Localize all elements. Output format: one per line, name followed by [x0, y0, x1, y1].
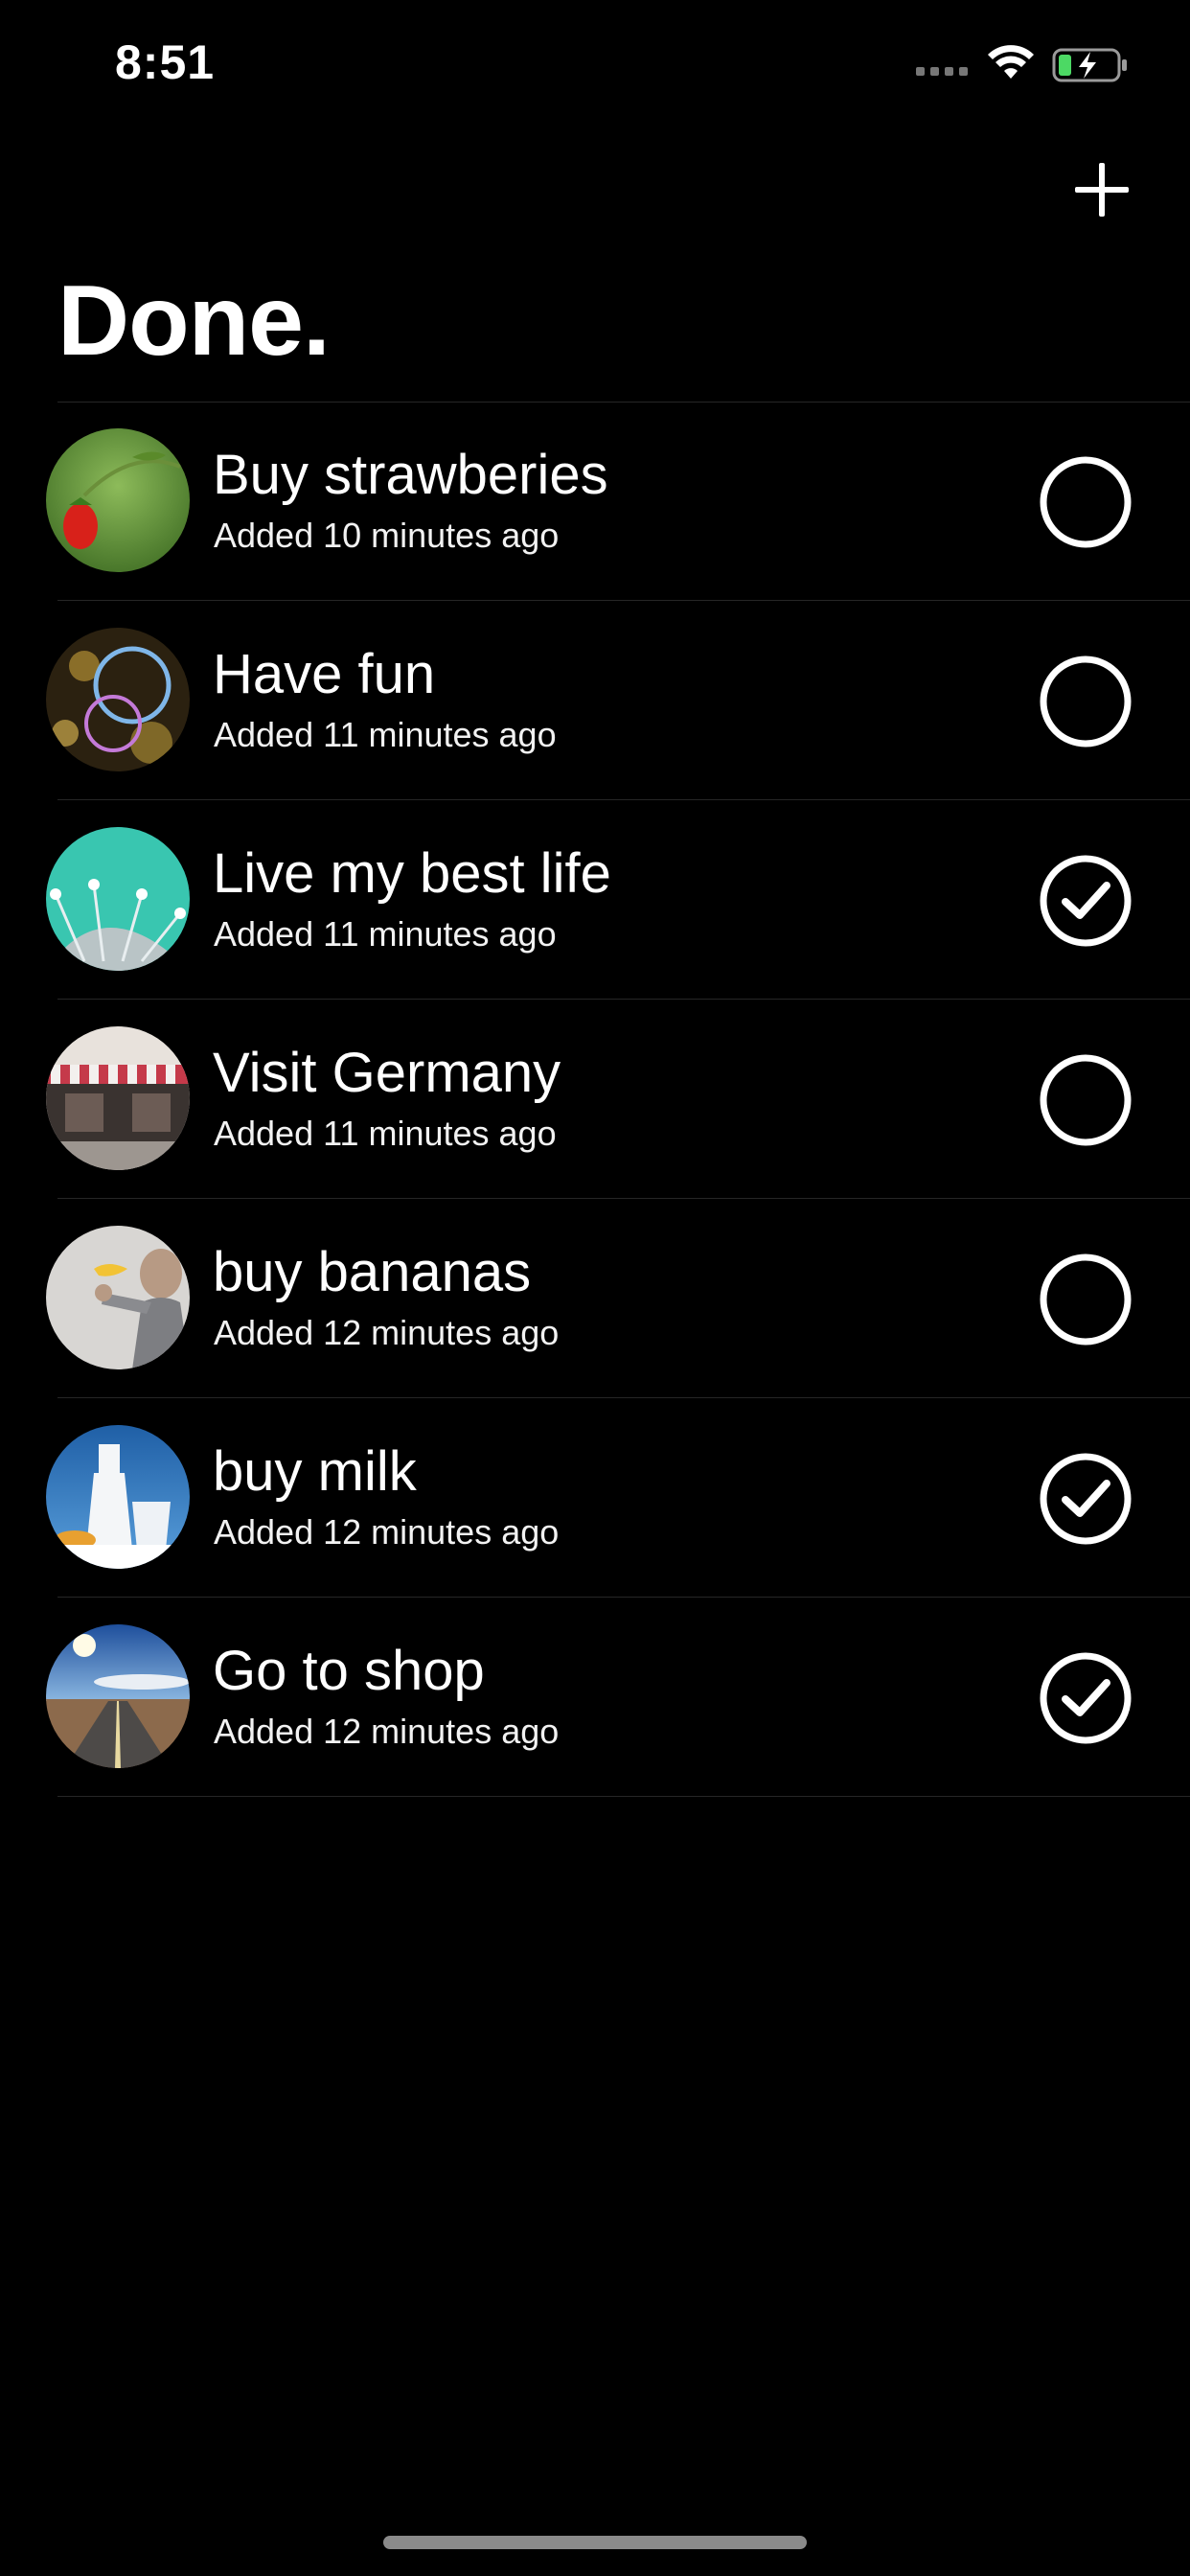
item-timestamp: Added 11 minutes ago	[214, 1114, 557, 1153]
item-title: Visit Germany	[213, 1042, 561, 1104]
home-indicator[interactable]	[383, 2536, 807, 2549]
man-with-banana-thumbnail	[46, 1226, 190, 1369]
empty-circle-icon	[1040, 1054, 1132, 1146]
toggle-done-button[interactable]	[1039, 1651, 1133, 1745]
list-item[interactable]: buy bananas Added 12 minutes ago	[0, 1199, 1190, 1398]
todo-list: Buy strawberies Added 10 minutes ago Hav…	[0, 402, 1190, 1797]
checkmark-circle-icon	[1040, 1652, 1132, 1744]
item-title: Go to shop	[213, 1640, 485, 1702]
item-title: Have fun	[213, 643, 436, 705]
cellular-signal-icon	[916, 67, 968, 76]
status-bar: 8:51	[0, 0, 1190, 126]
checkmark-circle-icon	[1040, 1453, 1132, 1545]
list-item[interactable]: Have fun Added 11 minutes ago	[0, 601, 1190, 800]
storefront-thumbnail	[46, 1026, 190, 1170]
item-title: Buy strawberies	[213, 444, 608, 506]
page-title: Done.	[57, 265, 331, 377]
empty-circle-icon	[1040, 656, 1132, 748]
item-timestamp: Added 12 minutes ago	[214, 1512, 560, 1552]
list-item[interactable]: Visit Germany Added 11 minutes ago	[0, 1000, 1190, 1199]
checkmark-circle-icon	[1040, 855, 1132, 947]
item-title: buy milk	[213, 1440, 417, 1503]
dandelion-thumbnail	[46, 827, 190, 971]
item-timestamp: Added 11 minutes ago	[214, 715, 557, 754]
item-timestamp: Added 12 minutes ago	[214, 1313, 560, 1352]
list-item[interactable]: Live my best life Added 11 minutes ago	[0, 800, 1190, 1000]
item-title: Live my best life	[213, 842, 611, 905]
strawberry-thumbnail	[46, 428, 190, 572]
toggle-done-button[interactable]	[1039, 854, 1133, 948]
desert-road-thumbnail	[46, 1624, 190, 1768]
item-title: buy bananas	[213, 1241, 532, 1303]
item-timestamp: Added 10 minutes ago	[214, 516, 560, 555]
item-timestamp: Added 11 minutes ago	[214, 914, 557, 954]
toggle-done-button[interactable]	[1039, 1053, 1133, 1147]
milk-bottles-thumbnail	[46, 1425, 190, 1569]
toggle-done-button[interactable]	[1039, 455, 1133, 549]
item-timestamp: Added 12 minutes ago	[214, 1712, 560, 1751]
empty-circle-icon	[1040, 456, 1132, 548]
wifi-icon	[988, 45, 1034, 79]
list-item[interactable]: buy milk Added 12 minutes ago	[0, 1398, 1190, 1598]
add-item-button[interactable]	[1071, 159, 1133, 220]
soap-bubbles-thumbnail	[46, 628, 190, 771]
list-item[interactable]: Buy strawberies Added 10 minutes ago	[0, 402, 1190, 601]
plus-icon	[1075, 163, 1129, 217]
toggle-done-button[interactable]	[1039, 1452, 1133, 1546]
toggle-done-button[interactable]	[1039, 1253, 1133, 1346]
empty-circle-icon	[1040, 1254, 1132, 1346]
status-time: 8:51	[115, 35, 216, 89]
battery-charging-icon	[1052, 48, 1127, 82]
toggle-done-button[interactable]	[1039, 655, 1133, 748]
list-item[interactable]: Go to shop Added 12 minutes ago	[0, 1598, 1190, 1797]
